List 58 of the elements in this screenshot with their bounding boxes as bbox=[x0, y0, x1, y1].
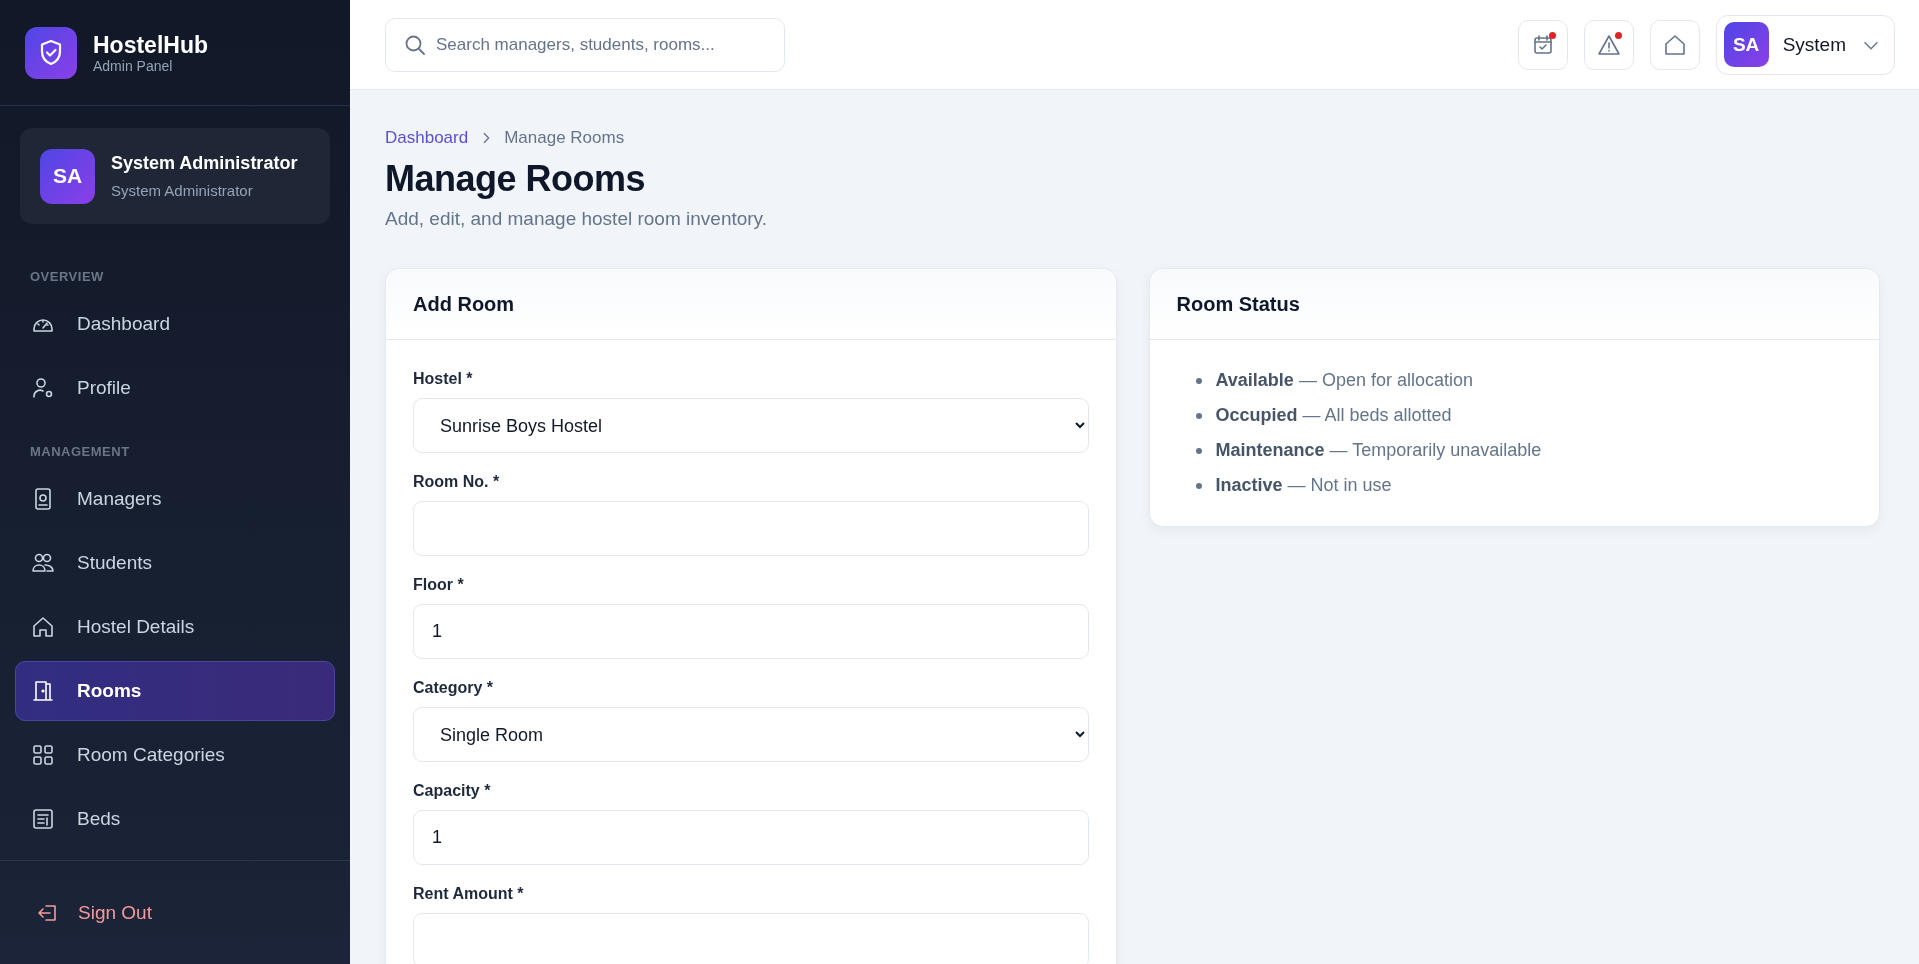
status-description: Maintenance — Temporarily unavailable bbox=[1215, 440, 1542, 461]
card-title: Room Status bbox=[1176, 292, 1300, 316]
text-field[interactable]: 1 bbox=[413, 810, 1089, 865]
house-icon bbox=[31, 615, 55, 639]
nav-section-heading: MANAGEMENT bbox=[29, 444, 131, 459]
nav-item[interactable]: Dashboard bbox=[15, 294, 335, 354]
grid-icon bbox=[31, 743, 55, 767]
card-title: Add Room bbox=[413, 292, 515, 316]
house-icon bbox=[1662, 32, 1687, 57]
calendar-button[interactable] bbox=[1517, 19, 1568, 70]
nav-item[interactable]: Room Categories bbox=[15, 725, 335, 785]
alert-button[interactable] bbox=[1583, 19, 1634, 70]
nav-item[interactable]: Beds bbox=[15, 789, 335, 849]
page-title: Manage Rooms bbox=[385, 158, 647, 200]
nav-section-heading: OVERVIEW bbox=[29, 269, 105, 284]
bullet-icon bbox=[1195, 447, 1202, 454]
brand-name: HostelHub bbox=[93, 31, 208, 58]
avatar: SA bbox=[1723, 22, 1769, 67]
profile-name: System Administrator bbox=[111, 153, 298, 174]
user-gear-icon bbox=[31, 376, 55, 400]
user-menu-button[interactable]: SA System bbox=[1715, 14, 1895, 75]
user-name: System bbox=[1782, 33, 1846, 56]
list-icon bbox=[31, 807, 55, 831]
field-label: Capacity * bbox=[413, 782, 492, 800]
bullet-icon bbox=[1195, 482, 1202, 489]
field-label: Room No. * bbox=[413, 473, 501, 491]
bullet-icon bbox=[1195, 377, 1202, 384]
status-description: Occupied — All beds allotted bbox=[1215, 405, 1452, 426]
sign-out-link[interactable]: Sign Out bbox=[36, 900, 152, 925]
shield-check-icon bbox=[25, 26, 77, 79]
field-label: Rent Amount * bbox=[413, 885, 525, 903]
text-field[interactable] bbox=[413, 501, 1089, 556]
breadcrumb-current: Manage Rooms bbox=[504, 128, 625, 148]
text-field[interactable] bbox=[413, 913, 1089, 964]
nav-item[interactable]: Profile bbox=[15, 358, 335, 418]
select-field[interactable]: Single Room bbox=[413, 707, 1089, 762]
field-label: Category * bbox=[413, 679, 495, 697]
text-field[interactable]: 1 bbox=[413, 604, 1089, 659]
brand-subtitle: Admin Panel bbox=[93, 57, 174, 74]
home-button[interactable] bbox=[1649, 19, 1700, 70]
search-field[interactable]: Search managers, students, rooms... bbox=[385, 17, 785, 72]
avatar: SA bbox=[40, 148, 95, 204]
status-description: Inactive — Not in use bbox=[1215, 475, 1392, 496]
nav-item[interactable]: Rooms bbox=[15, 661, 335, 721]
nav-item[interactable]: Hostel Details bbox=[15, 597, 335, 657]
users-icon bbox=[31, 551, 55, 575]
field-label: Hostel * bbox=[413, 370, 474, 388]
status-description: Available — Open for allocation bbox=[1215, 370, 1473, 391]
field-label: Floor * bbox=[413, 576, 465, 594]
select-field[interactable]: Sunrise Boys Hostel bbox=[413, 398, 1089, 453]
nav-item[interactable]: Students bbox=[15, 533, 335, 593]
warning-icon bbox=[1596, 32, 1621, 57]
page-subtitle: Add, edit, and manage hostel room inventory. bbox=[385, 208, 768, 230]
profile-role: System Administrator bbox=[111, 182, 254, 199]
breadcrumb-link[interactable]: Dashboard bbox=[385, 128, 469, 148]
nav-item[interactable]: Managers bbox=[15, 469, 335, 529]
bullet-icon bbox=[1195, 412, 1202, 419]
door-icon bbox=[31, 679, 55, 703]
